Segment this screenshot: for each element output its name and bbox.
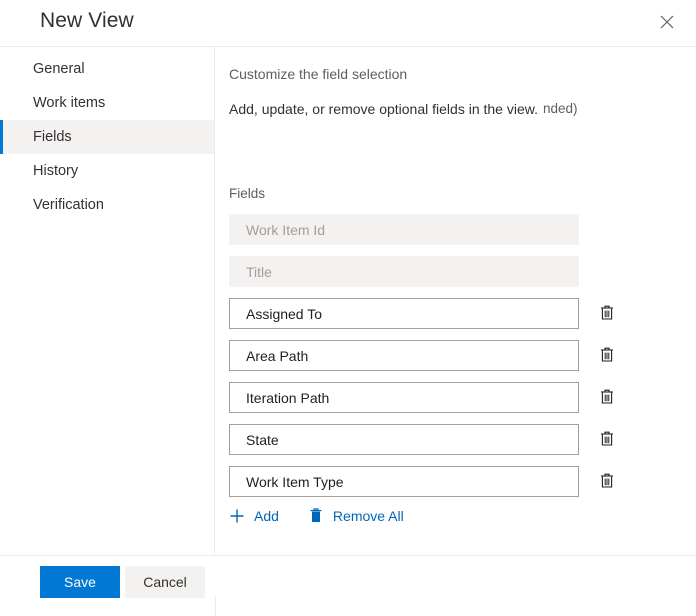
section-description: Add, update, or remove optional fields i… [229, 101, 538, 117]
sidebar-item-verification[interactable]: Verification [0, 188, 214, 222]
delete-field-button[interactable] [596, 471, 618, 493]
save-button[interactable]: Save [40, 566, 120, 598]
field-row: Title [229, 256, 689, 287]
plus-icon [229, 508, 245, 524]
trash-icon [599, 304, 615, 324]
add-field-button[interactable]: Add [229, 508, 279, 524]
field-row: State [229, 424, 689, 455]
close-button[interactable] [646, 2, 688, 42]
new-view-dialog: New View General Work items Fields Histo… [0, 0, 696, 616]
close-icon [660, 15, 674, 29]
delete-field-button[interactable] [596, 303, 618, 325]
trash-icon [599, 472, 615, 492]
field-input-title: Title [229, 256, 579, 287]
field-row: Work Item Id [229, 214, 689, 245]
footer-divider [215, 596, 216, 616]
trash-icon [599, 346, 615, 366]
sidebar-item-label: Work items [33, 95, 106, 111]
section-heading: Customize the field selection [229, 66, 408, 82]
sidebar-item-fields[interactable]: Fields [0, 120, 214, 154]
add-field-label: Add [254, 507, 279, 524]
dialog-footer: Save Cancel [0, 555, 696, 616]
remove-all-button[interactable]: Remove All [308, 507, 404, 524]
cancel-button[interactable]: Cancel [125, 566, 205, 598]
sidebar-item-label: History [33, 163, 79, 179]
delete-field-button[interactable] [596, 345, 618, 367]
section-description-extra: nded) [543, 101, 578, 116]
sidebar-item-label: General [33, 61, 85, 77]
sidebar-item-label: Fields [33, 129, 72, 145]
page-title: New View [40, 9, 134, 32]
delete-field-button[interactable] [596, 387, 618, 409]
field-input-assigned-to[interactable]: Assigned To [229, 298, 579, 329]
dialog-body: General Work items Fields History Verifi… [0, 47, 696, 555]
sidebar: General Work items Fields History Verifi… [0, 47, 215, 555]
fields-group-label: Fields [229, 186, 266, 201]
field-input-work-item-id: Work Item Id [229, 214, 579, 245]
trash-icon [599, 430, 615, 450]
field-actions: Add Remove All [229, 507, 404, 524]
sidebar-item-label: Verification [33, 197, 104, 213]
field-row: Assigned To [229, 298, 689, 329]
field-input-work-item-type[interactable]: Work Item Type [229, 466, 579, 497]
fields-panel: Customize the field selection Add, updat… [216, 47, 696, 555]
field-input-iteration-path[interactable]: Iteration Path [229, 382, 579, 413]
field-row: Work Item Type [229, 466, 689, 497]
remove-all-label: Remove All [332, 507, 404, 524]
field-row: Iteration Path [229, 382, 689, 413]
trash-icon [599, 388, 615, 408]
field-row: Area Path [229, 340, 689, 371]
trash-filled-icon [308, 507, 324, 524]
delete-field-button[interactable] [596, 429, 618, 451]
sidebar-item-work-items[interactable]: Work items [0, 86, 214, 120]
sidebar-item-general[interactable]: General [0, 52, 214, 86]
field-input-area-path[interactable]: Area Path [229, 340, 579, 371]
sidebar-item-history[interactable]: History [0, 154, 214, 188]
fields-list: Work Item Id Title Assigned To Area Path… [229, 214, 689, 508]
field-input-state[interactable]: State [229, 424, 579, 455]
dialog-header: New View [0, 0, 696, 47]
